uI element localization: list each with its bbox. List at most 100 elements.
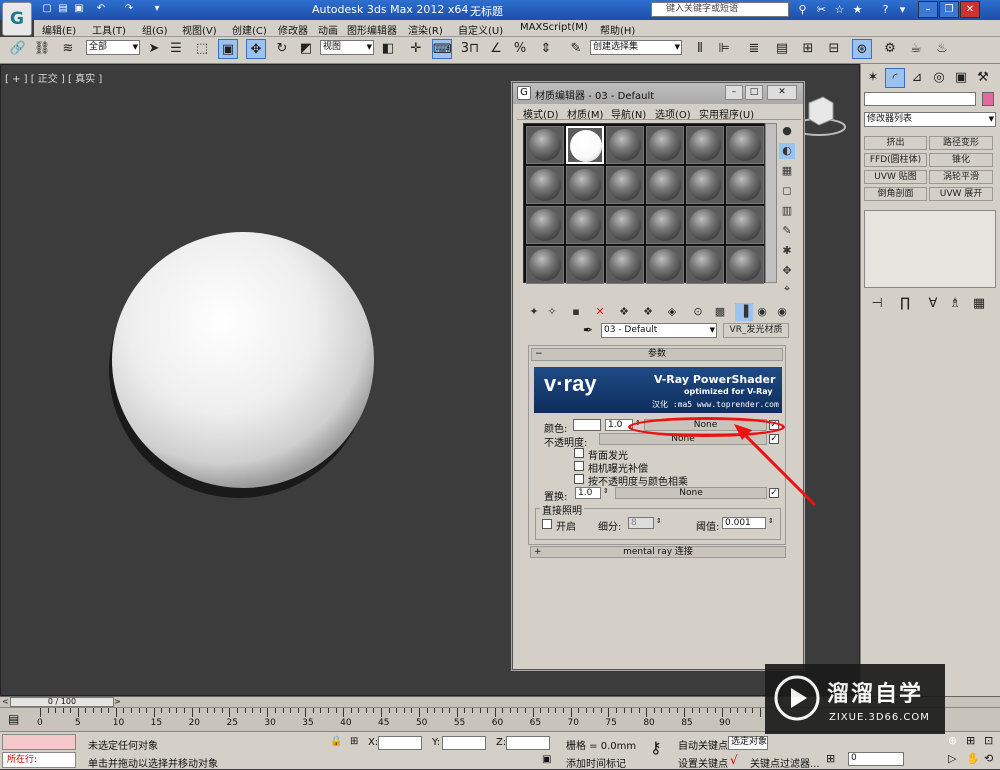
maxscript-mini-listener[interactable]: 所在行: [2,752,76,768]
menu-maxscript[interactable]: MAXScript(M) [520,22,588,33]
material-name-field[interactable]: 03 - Default [601,323,717,338]
select-object-icon[interactable]: ➤ [144,39,164,59]
remove-modifier-icon[interactable]: ♗ [945,294,965,314]
fov-icon[interactable]: ▷ [948,752,956,765]
tools-icon[interactable]: ✂ [814,2,829,17]
put-to-library-icon[interactable]: ◈ [663,303,681,321]
object-color-swatch[interactable] [982,92,994,106]
new-file-icon[interactable]: ▢ [40,2,54,16]
video-color-check-icon[interactable]: ▥ [779,203,795,219]
render-production-icon[interactable]: ♨ [932,39,952,59]
key-filter-icon[interactable]: √ [730,753,738,767]
sample-uv-tiling-icon[interactable]: ◻ [779,183,795,199]
reset-map-icon[interactable]: ✕ [591,303,609,321]
go-forward-sibling-icon[interactable]: ◉ [773,303,791,321]
schematic-view-icon[interactable]: ⊟ [824,39,844,59]
material-slot[interactable] [726,166,764,204]
material-slot[interactable] [566,206,604,244]
menu-graph-editors[interactable]: 图形编辑器 [347,22,397,37]
time-next-icon[interactable]: > [114,697,121,706]
me-menu-options[interactable]: 选项(O) [655,106,691,121]
direct-on-checkbox[interactable] [542,519,552,529]
x-coord-field[interactable] [378,736,422,750]
key-filters-button[interactable]: 关键点过滤器... [750,755,820,770]
show-map-icon[interactable]: ▩ [711,303,729,321]
sphere-object[interactable] [101,230,381,500]
favorites-icon[interactable]: ☆ [832,2,847,17]
menu-customize[interactable]: 自定义(U) [458,22,503,37]
me-maximize-button[interactable]: □ [745,85,763,100]
material-slot[interactable] [726,126,764,164]
material-slot[interactable] [646,246,684,284]
modifier-taper-button[interactable]: 锥化 [929,153,993,167]
motion-tab-icon[interactable]: ◎ [929,68,949,88]
material-slot[interactable] [526,246,564,284]
material-slot[interactable] [566,126,604,164]
material-slot[interactable] [606,126,644,164]
material-editor-icon[interactable]: ⊛ [852,39,872,59]
modifier-path-deform-button[interactable]: 路径变形 [929,136,993,150]
select-manipulate-icon[interactable]: ✛ [406,39,426,59]
show-end-result-me-icon[interactable]: ▐ [735,303,753,321]
material-slot[interactable] [686,166,724,204]
make-unique-material-icon[interactable]: ❖ [639,303,657,321]
mirror-icon[interactable]: ⫴ [690,39,710,59]
me-menu-modes[interactable]: 模式(D) [523,106,559,121]
graphite-ribbon-icon[interactable]: ▤ [772,39,792,59]
reference-coord-dropdown[interactable]: 视图 [320,40,374,55]
time-config-icon[interactable]: ⊞ [826,752,835,765]
me-menu-utilities[interactable]: 实用程序(U) [699,106,754,121]
pivot-center-icon[interactable]: ◧ [378,39,398,59]
close-button[interactable]: ✕ [960,1,980,18]
sample-type-icon[interactable]: ● [779,123,795,139]
zoom-icon[interactable]: ⊕ [948,734,957,747]
subdivs-field[interactable]: 8 [628,517,654,529]
lock-selection-icon[interactable]: 🔒 [330,736,342,747]
spinner-snap-icon[interactable]: ⇕ [536,39,556,59]
material-slot[interactable] [526,126,564,164]
rendered-frame-icon[interactable]: ☕ [906,39,926,59]
current-frame-field[interactable]: 0 [848,752,904,766]
modify-tab-icon[interactable]: ◜ [885,68,905,88]
selection-filter-dropdown[interactable]: 全部 [86,40,140,55]
viewport-label[interactable]: [ + ] [ 正交 ] [ 真实 ] [5,70,102,85]
go-to-parent-icon[interactable]: ◉ [753,303,771,321]
binoculars-icon[interactable]: ⚲ [795,2,810,17]
menu-modifiers[interactable]: 修改器 [278,22,308,37]
named-selection-dropdown[interactable]: 创建选择集 [590,40,682,55]
make-preview-icon[interactable]: ✎ [779,223,795,239]
me-menu-navigation[interactable]: 导航(N) [611,106,646,121]
menu-rendering[interactable]: 渲染(R) [408,22,443,37]
modifier-extrude-button[interactable]: 挤出 [864,136,927,150]
material-slot[interactable] [606,166,644,204]
angle-snap-icon[interactable]: ∠ [486,39,506,59]
eyedropper-icon[interactable]: ✒ [583,323,593,337]
select-scale-icon[interactable]: ◩ [296,39,316,59]
exposure-checkbox[interactable] [574,461,584,471]
z-coord-field[interactable] [506,736,550,750]
material-slot[interactable] [646,166,684,204]
pin-stack-icon[interactable]: ⊣ [867,294,887,314]
y-coord-field[interactable] [442,736,486,750]
material-slot[interactable] [646,206,684,244]
make-unique-icon[interactable]: ∀ [923,294,943,314]
pan-icon[interactable]: ✋ [966,752,980,765]
background-icon[interactable]: ▦ [779,163,795,179]
modifier-turbosmooth-button[interactable]: 涡轮平滑 [929,170,993,184]
help-dropdown-icon[interactable]: ▾ [895,2,910,17]
menu-views[interactable]: 视图(V) [182,22,217,37]
material-slot[interactable] [566,166,604,204]
curve-editor-icon[interactable]: ⊞ [798,39,818,59]
material-type-button[interactable]: VR_发光材质 [723,323,789,338]
orbit-icon[interactable]: ⟲ [984,752,993,765]
material-slot[interactable] [526,206,564,244]
time-slider-thumb[interactable]: 0 / 100 [10,697,114,707]
bind-space-warp-icon[interactable]: ≋ [58,39,78,59]
material-slot[interactable] [686,246,724,284]
snaps-toggle-icon[interactable]: 3⊓ [460,39,480,59]
modifier-ffd-button[interactable]: FFD(圆柱体) [864,153,927,167]
quick-access-dropdown-icon[interactable]: ▾ [150,2,164,16]
backlight-icon[interactable]: ◐ [779,143,795,159]
me-close-button[interactable]: ✕ [767,85,797,100]
layer-manager-icon[interactable]: ≣ [744,39,764,59]
